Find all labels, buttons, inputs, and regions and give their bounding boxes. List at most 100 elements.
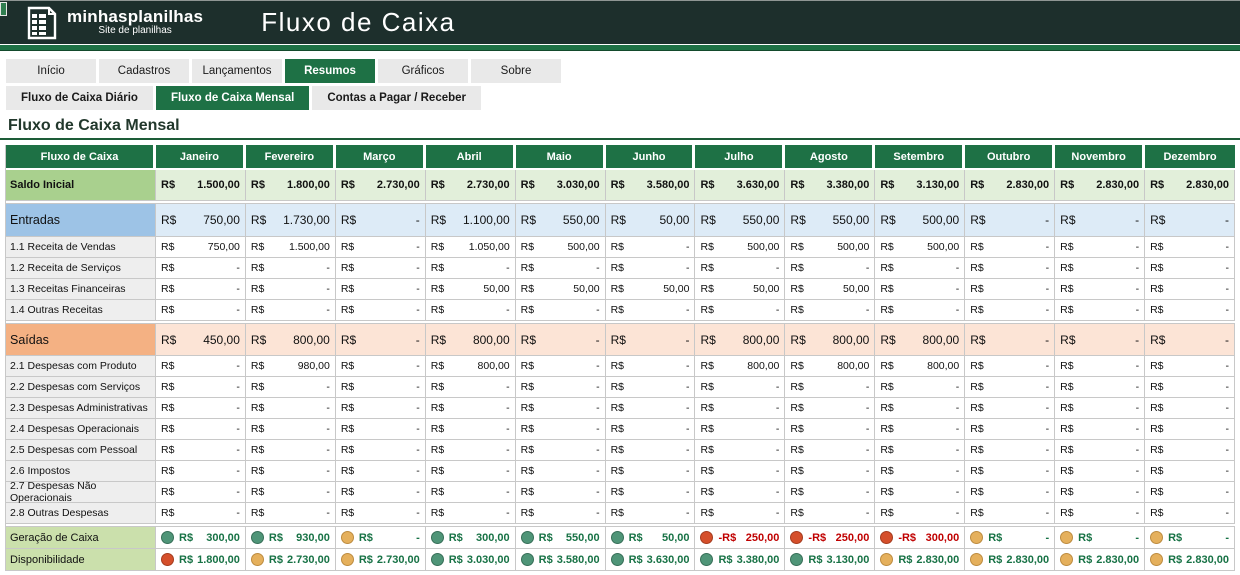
row-label: Saldo Inicial xyxy=(6,170,156,201)
currency-prefix: R$ xyxy=(520,402,535,414)
value-cell: R$ - xyxy=(605,377,696,398)
value-cell: R$ 50,00 xyxy=(695,279,786,300)
cell-amount: - xyxy=(955,444,960,456)
table-row-2-1-despesas-com-produto: 2.1 Despesas com Produto R$ - R$ 980,00 R$ - R$… xyxy=(6,356,1235,377)
currency-prefix: R$ xyxy=(880,465,894,477)
currency-prefix: R$ xyxy=(1150,381,1164,393)
app-title: Fluxo de Caixa xyxy=(261,7,456,37)
currency-prefix: R$ xyxy=(340,179,355,191)
value-cell: R$ - xyxy=(695,461,786,482)
cell-amount: - xyxy=(416,241,420,253)
currency-prefix: R$ xyxy=(700,179,715,191)
cell-amount: - xyxy=(1225,283,1229,295)
value-cell: R$ - xyxy=(425,461,516,482)
currency-prefix: R$ xyxy=(880,423,894,435)
tab-graficos[interactable]: Gráficos xyxy=(378,59,468,83)
row-label: 2.5 Despesas com Pessoal xyxy=(6,440,156,461)
value-cell: R$ - xyxy=(1055,300,1146,321)
currency-prefix: R$ xyxy=(610,402,625,414)
value-cell: R$ - xyxy=(785,258,876,279)
tab-resumos[interactable]: Resumos xyxy=(285,59,375,83)
tab-inicio[interactable]: Início xyxy=(6,59,96,83)
cell-amount: - xyxy=(596,262,600,274)
currency-prefix: R$ xyxy=(610,486,625,498)
value-cell: R$ - xyxy=(605,237,696,258)
currency-prefix: R$ xyxy=(430,507,445,519)
value-cell: R$ 2.830,00 xyxy=(965,170,1056,201)
currency-prefix: R$ xyxy=(790,304,804,316)
currency-prefix: R$ xyxy=(520,423,535,435)
value-cell: R$ 1.500,00 xyxy=(245,237,336,258)
subtab-contas-a-pagar-receber[interactable]: Contas a Pagar / Receber xyxy=(312,86,482,110)
indicator-cell: R$ 3.030,00 xyxy=(425,549,516,571)
currency-prefix: R$ xyxy=(430,381,445,393)
currency-prefix: R$ xyxy=(700,486,714,498)
cell-amount: 3.030,00 xyxy=(466,553,510,566)
row-label: 1.2 Receita de Serviços xyxy=(6,258,156,279)
tab-lancamentos[interactable]: Lançamentos xyxy=(192,59,282,83)
value-cell: R$ - xyxy=(515,300,606,321)
currency-prefix: R$ xyxy=(1150,402,1164,414)
currency-prefix: R$ xyxy=(1150,283,1164,295)
cell-amount: - xyxy=(1045,213,1050,227)
currency-prefix: R$ xyxy=(250,360,265,372)
subtab-fluxo-de-caixa-mensal[interactable]: Fluxo de Caixa Mensal xyxy=(155,86,310,110)
cell-amount: - xyxy=(236,444,240,456)
tab-sobre[interactable]: Sobre xyxy=(471,59,561,83)
table-row-saldo-inicial: Saldo Inicial R$ 1.500,00 R$ 1.800,00 R$ 2.730… xyxy=(6,170,1235,201)
cell-amount: 250,00 xyxy=(745,531,780,544)
cell-amount: - xyxy=(1045,486,1050,498)
cell-amount: - xyxy=(596,381,600,393)
value-cell: R$ - xyxy=(515,440,606,461)
cell-amount: - xyxy=(775,486,780,498)
currency-prefix: R$ xyxy=(1078,553,1093,566)
currency-prefix: R$ xyxy=(1150,304,1164,316)
currency-prefix: R$ xyxy=(161,283,175,295)
cell-amount: 3.130,00 xyxy=(826,553,870,566)
indicator-cell: R$ 930,00 xyxy=(245,527,336,549)
value-cell: R$ - xyxy=(335,279,426,300)
value-cell: R$ - xyxy=(245,300,336,321)
cell-amount: 800,00 xyxy=(747,360,780,372)
cell-amount: - xyxy=(1045,444,1050,456)
currency-prefix: R$ xyxy=(880,179,895,191)
currency-prefix: R$ xyxy=(340,507,355,519)
value-cell: R$ 500,00 xyxy=(875,204,966,237)
currency-prefix: R$ xyxy=(1078,531,1093,544)
cell-amount: 2.730,00 xyxy=(376,179,420,191)
currency-prefix: R$ xyxy=(520,283,535,295)
cell-amount: - xyxy=(775,423,780,435)
currency-prefix: R$ xyxy=(161,444,175,456)
currency-prefix: R$ xyxy=(790,179,805,191)
currency-prefix: R$ xyxy=(430,179,445,191)
currency-prefix: R$ xyxy=(610,423,625,435)
value-cell: R$ 800,00 xyxy=(695,324,786,356)
subtab-fluxo-de-caixa-diario[interactable]: Fluxo de Caixa Diário xyxy=(6,86,153,110)
table-row-2-7-despesas-nao-operacionais: 2.7 Despesas Não Operacionais R$ - R$ - R$ - R$… xyxy=(6,480,1235,504)
indicator-cell: R$ 50,00 xyxy=(605,527,696,549)
currency-prefix: R$ xyxy=(340,486,355,498)
value-cell: R$ - xyxy=(245,258,336,279)
cell-amount: 50,00 xyxy=(843,283,870,295)
cell-amount: 50,00 xyxy=(663,283,690,295)
currency-prefix: R$ xyxy=(610,332,626,347)
value-cell: R$ - xyxy=(425,503,516,524)
value-cell: R$ 980,00 xyxy=(245,356,336,377)
tab-cadastros[interactable]: Cadastros xyxy=(99,59,189,83)
indicator-cell: R$ 1.800,00 xyxy=(156,549,246,571)
cell-amount: - xyxy=(416,444,420,456)
currency-prefix: R$ xyxy=(161,486,175,498)
currency-prefix: R$ xyxy=(988,531,1003,544)
cell-amount: - xyxy=(236,283,240,295)
cell-amount: - xyxy=(326,402,330,414)
currency-prefix: R$ xyxy=(700,283,714,295)
value-cell: R$ - xyxy=(1145,300,1235,321)
currency-prefix: R$ xyxy=(700,332,716,347)
cell-amount: 750,00 xyxy=(207,241,240,253)
cell-amount: - xyxy=(416,283,420,295)
value-cell: R$ - xyxy=(425,419,516,440)
value-cell: R$ - xyxy=(875,482,966,503)
cell-amount: - xyxy=(506,304,510,316)
table-row-2-5-despesas-com-pessoal: 2.5 Despesas com Pessoal R$ - R$ - R$ - R$ - R$ - R… xyxy=(6,440,1235,461)
cell-amount: 800,00 xyxy=(477,360,510,372)
